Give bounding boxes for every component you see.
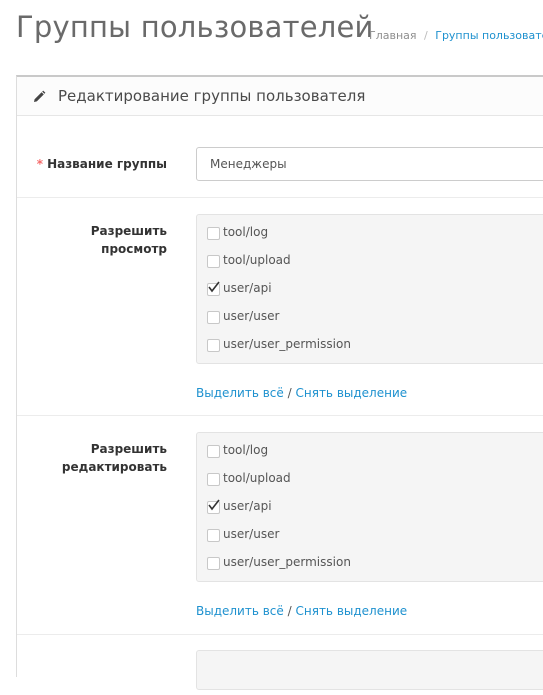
breadcrumb-home[interactable]: Главная: [369, 29, 417, 42]
checkbox[interactable]: [207, 473, 220, 486]
group-name-input[interactable]: [196, 147, 543, 181]
access-label: Разрешить просмотр: [17, 222, 167, 258]
checkmark-icon: [208, 281, 220, 293]
access-select-links: Выделить всё / Снять выделение: [196, 386, 407, 400]
deselect-all-link[interactable]: Снять выделение: [296, 604, 408, 618]
select-all-link[interactable]: Выделить всё: [196, 604, 284, 618]
group-name-label-text: Название группы: [47, 157, 167, 171]
checkbox-label: tool/upload: [223, 471, 291, 485]
checkbox-label: user/user_permission: [223, 337, 351, 351]
next-row-partial: [17, 635, 543, 695]
checkbox[interactable]: [207, 339, 220, 352]
page-header: Группы пользователей Главная / Группы по…: [0, 0, 543, 60]
checkbox[interactable]: [207, 529, 220, 542]
page-title: Группы пользователей: [16, 10, 374, 44]
breadcrumb-separator: /: [424, 29, 428, 42]
checkbox-label: tool/upload: [223, 253, 291, 267]
access-label-line1: Разрешить: [90, 224, 167, 238]
checkbox-label: user/api: [223, 281, 272, 295]
panel-title: Редактирование группы пользователя: [58, 87, 366, 105]
checkmark-icon: [208, 499, 220, 511]
access-permission-list: tool/log tool/upload user/api user/user …: [196, 214, 543, 364]
group-name-label: * Название группы: [17, 155, 167, 173]
checkbox-label: user/user_permission: [223, 555, 351, 569]
select-all-link[interactable]: Выделить всё: [196, 386, 284, 400]
link-separator: /: [287, 386, 292, 400]
checkbox-label: user/user: [223, 309, 280, 323]
checkbox[interactable]: [207, 311, 220, 324]
breadcrumb: Главная / Группы пользователей: [369, 29, 543, 42]
modify-permission-row: Разрешить редактировать tool/log tool/up…: [17, 416, 543, 635]
next-row-well: [196, 650, 543, 690]
checkbox-label: user/user: [223, 527, 280, 541]
modify-label-line1: Разрешить: [90, 442, 167, 456]
required-star: *: [36, 157, 44, 171]
access-label-line2: просмотр: [101, 242, 167, 256]
access-permission-row: Разрешить просмотр tool/log tool/upload …: [17, 198, 543, 416]
modify-permission-list: tool/log tool/upload user/api user/user …: [196, 432, 543, 582]
modify-label-line2: редактировать: [61, 460, 167, 474]
breadcrumb-user-groups[interactable]: Группы пользователей: [435, 29, 543, 42]
panel-heading: Редактирование группы пользователя: [17, 77, 543, 116]
checkbox-label: tool/log: [223, 443, 269, 457]
checkbox[interactable]: [207, 227, 220, 240]
modify-label: Разрешить редактировать: [17, 440, 167, 476]
checkbox-label: user/api: [223, 499, 272, 513]
checkbox-label: tool/log: [223, 225, 269, 239]
group-name-row: * Название группы: [17, 115, 543, 198]
link-separator: /: [287, 604, 292, 618]
checkbox-checked[interactable]: [207, 281, 220, 296]
modify-select-links: Выделить всё / Снять выделение: [196, 604, 407, 618]
checkbox-checked[interactable]: [207, 499, 220, 514]
edit-group-panel: Редактирование группы пользователя * Назв…: [16, 75, 543, 690]
checkbox[interactable]: [207, 445, 220, 458]
checkbox[interactable]: [207, 557, 220, 570]
pencil-icon: [34, 90, 46, 102]
deselect-all-link[interactable]: Снять выделение: [296, 386, 408, 400]
checkbox[interactable]: [207, 255, 220, 268]
